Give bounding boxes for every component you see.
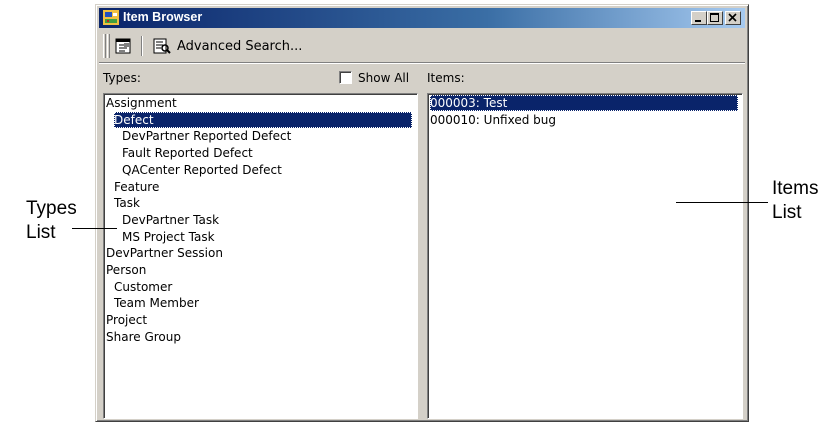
minimize-button[interactable] — [691, 11, 707, 25]
item-browser-window: Item Browser Advanced Search... Types: S… — [95, 4, 749, 422]
items-list-item[interactable]: 000003: Test — [430, 95, 738, 111]
close-button[interactable] — [725, 11, 741, 25]
advanced-search-label: Advanced Search... — [177, 38, 303, 54]
item-browser-app-icon — [103, 10, 119, 25]
items-callout-line1: Items — [772, 178, 819, 199]
types-list-item[interactable]: Person — [106, 262, 149, 278]
types-list-item[interactable]: Customer — [114, 279, 175, 295]
items-list[interactable]: 000003: Test 000010: Unfixed bug — [427, 93, 743, 419]
title-bar[interactable]: Item Browser — [99, 8, 745, 28]
types-list-item[interactable]: Project — [106, 312, 150, 328]
types-list-item[interactable]: DevPartner Reported Defect — [122, 128, 294, 144]
types-list-item[interactable]: Task — [114, 195, 143, 211]
types-list-item[interactable]: Share Group — [106, 329, 184, 345]
types-list-item[interactable]: QACenter Reported Defect — [122, 162, 285, 178]
types-list-item[interactable]: MS Project Task — [122, 229, 218, 245]
show-all-checkbox[interactable] — [339, 71, 352, 84]
types-callout-leader — [72, 228, 117, 229]
types-list-item[interactable]: Assignment — [106, 95, 180, 111]
types-list-item[interactable]: DevPartner Task — [122, 212, 222, 228]
types-list-item[interactable]: Feature — [114, 179, 162, 195]
item-details-icon[interactable] — [115, 38, 133, 54]
show-all-label[interactable]: Show All — [358, 71, 409, 85]
types-list-item[interactable]: DevPartner Session — [106, 245, 226, 261]
maximize-button[interactable] — [707, 11, 723, 25]
toolbar-grip[interactable] — [107, 34, 110, 58]
types-label: Types: — [103, 71, 141, 85]
items-callout-line2: List — [772, 202, 802, 223]
types-list-item[interactable]: Team Member — [114, 295, 202, 311]
items-label: Items: — [427, 71, 465, 85]
items-list-item[interactable]: 000010: Unfixed bug — [430, 112, 559, 128]
window-title: Item Browser — [123, 10, 203, 24]
advanced-search-icon — [153, 38, 171, 54]
toolbar-grip[interactable] — [103, 34, 106, 58]
items-callout-leader — [676, 202, 768, 203]
types-callout-line2: List — [26, 222, 56, 243]
minimize-icon — [695, 20, 701, 22]
close-icon — [728, 13, 737, 22]
maximize-icon — [710, 13, 719, 22]
toolbar-separator — [141, 36, 143, 56]
types-list-item[interactable]: Defect — [114, 111, 412, 128]
items-list-callout: Items List — [772, 177, 818, 225]
advanced-search-button[interactable]: Advanced Search... — [149, 34, 306, 58]
types-list-callout: Types List — [26, 197, 77, 245]
types-list-item[interactable]: Fault Reported Defect — [122, 145, 256, 161]
types-callout-line1: Types — [26, 198, 77, 219]
toolbar: Advanced Search... — [99, 30, 745, 63]
types-list[interactable]: Assignment Defect DevPartner Reported Defe… — [103, 93, 418, 419]
